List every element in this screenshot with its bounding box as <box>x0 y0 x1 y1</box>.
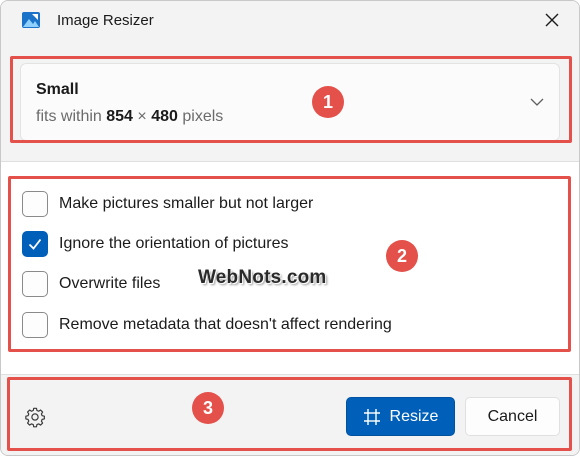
size-preset-dropdown[interactable]: Small fits within 854 × 480 pixels <box>20 63 560 141</box>
chevron-down-icon <box>530 98 544 106</box>
image-resizer-icon <box>22 12 40 28</box>
preset-name: Small <box>36 81 79 98</box>
checkmark-icon <box>28 238 42 250</box>
preset-unit: pixels <box>182 108 224 125</box>
annotation-badge-2: 2 <box>386 240 418 272</box>
annotation-badge-1: 1 <box>312 86 344 118</box>
option-ignore-orientation[interactable]: Ignore the orientation of pictures <box>22 230 288 258</box>
watermark: WebNots.com <box>198 267 327 288</box>
option-remove-metadata[interactable]: Remove metadata that doesn't affect rend… <box>22 311 392 339</box>
preset-width: 854 <box>106 108 133 125</box>
option-label: Remove metadata that doesn't affect rend… <box>59 316 392 333</box>
option-label: Ignore the orientation of pictures <box>59 235 289 252</box>
option-smaller-not-larger[interactable]: Make pictures smaller but not larger <box>22 190 313 218</box>
footer-section: Resize Cancel <box>1 375 579 455</box>
close-icon <box>545 13 559 27</box>
option-label: Make pictures smaller but not larger <box>59 195 314 212</box>
annotation-badge-3: 3 <box>192 392 224 424</box>
option-label: Overwrite files <box>59 275 161 292</box>
close-button[interactable] <box>535 5 569 35</box>
preset-section: Small fits within 854 × 480 pixels <box>1 39 579 161</box>
resize-button[interactable]: Resize <box>346 397 455 436</box>
preset-desc-prefix: fits within <box>36 108 102 125</box>
window-title: Image Resizer <box>57 12 154 29</box>
checkbox-remove-metadata[interactable] <box>22 312 48 338</box>
checkbox-overwrite-files[interactable] <box>22 271 48 297</box>
preset-description: fits within 854 × 480 pixels <box>36 108 223 126</box>
preset-times: × <box>137 108 147 125</box>
resize-button-label: Resize <box>389 407 439 425</box>
checkbox-smaller-not-larger[interactable] <box>22 191 48 217</box>
cancel-button-label: Cancel <box>487 407 538 425</box>
checkbox-ignore-orientation[interactable] <box>22 231 48 257</box>
preset-height: 480 <box>151 108 178 125</box>
resize-frame-icon <box>363 408 380 425</box>
gear-icon[interactable] <box>24 406 46 428</box>
cancel-button[interactable]: Cancel <box>465 397 560 436</box>
option-overwrite-files[interactable]: Overwrite files <box>22 270 160 298</box>
title-bar: Image Resizer <box>1 1 579 39</box>
image-resizer-window: Image Resizer Small fits within 854 × 48… <box>0 0 580 456</box>
